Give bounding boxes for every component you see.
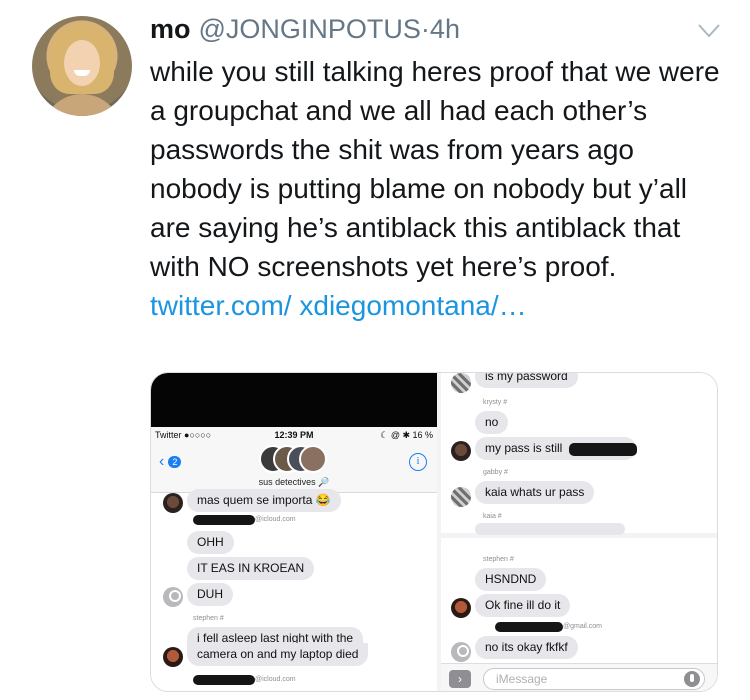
chat-navbar: ‹ 2 sus detectives 🔎 i <box>151 443 437 493</box>
info-icon: i <box>409 453 427 471</box>
right-top-panel: is my password krysty # no my pass is st… <box>441 373 717 535</box>
message-bubble: HSNDND <box>475 568 547 591</box>
user-handle[interactable]: @JONGINPOTUS <box>199 14 421 45</box>
sender-label: stephen # <box>193 615 224 622</box>
chevron-right-icon: › <box>449 670 471 688</box>
message-input-bar: › iMessage <box>441 663 717 691</box>
tweet-media-image[interactable]: Twitter ●○○○○ 12:39 PM ☾ @ ✱ 16 % ‹ 2 su… <box>150 372 718 692</box>
status-battery: ☾ @ ✱ 16 % <box>380 429 434 440</box>
chevron-down-icon[interactable] <box>698 24 720 38</box>
tweet-link-part2[interactable]: xdiegomontana/… <box>299 290 526 321</box>
group-name: sus detectives 🔎 <box>258 477 330 487</box>
redaction-bar <box>193 515 255 525</box>
sender-avatar <box>451 598 471 618</box>
ios-status-bar: Twitter ●○○○○ 12:39 PM ☾ @ ✱ 16 % <box>151 427 437 443</box>
group-avatar <box>299 445 327 473</box>
sender-avatar <box>163 647 183 667</box>
sender-avatar <box>163 587 183 607</box>
left-screenshot: Twitter ●○○○○ 12:39 PM ☾ @ ✱ 16 % ‹ 2 su… <box>151 373 437 691</box>
profile-avatar[interactable] <box>32 16 132 116</box>
imessage-placeholder: iMessage <box>496 672 548 686</box>
redaction-bar <box>193 675 255 685</box>
black-bar <box>151 373 437 427</box>
sender-label: kaia # <box>483 513 502 520</box>
tweet-link-part1[interactable]: twitter.com/ <box>150 290 292 321</box>
message-bubble: no its okay fkfkf <box>475 636 578 659</box>
right-screenshot: is my password krysty # no my pass is st… <box>441 373 717 691</box>
message-bubble: is my password <box>475 373 578 388</box>
message-bubble: mas quem se importa 😂 <box>187 489 341 512</box>
group-avatars <box>259 445 329 475</box>
unread-count-badge: 2 <box>168 456 182 468</box>
redaction-bar <box>495 622 563 632</box>
tweet-timestamp[interactable]: 4h <box>430 14 460 45</box>
message-bubble: no <box>475 411 509 434</box>
chevron-left-icon: ‹ <box>159 453 165 470</box>
avatar-face <box>64 40 100 86</box>
sender-avatar <box>451 373 471 393</box>
message-bubble: IT EAS IN KROEAN <box>187 557 315 580</box>
redaction-bar <box>569 443 637 456</box>
status-time: 12:39 PM <box>274 430 314 440</box>
sender-avatar <box>163 493 183 513</box>
sender-avatar <box>451 441 471 461</box>
sender-avatar <box>451 642 471 662</box>
sender-label: @icloud.com <box>255 676 296 683</box>
sender-label: stephen # <box>483 556 514 563</box>
message-bubble: camera on and my laptop died <box>187 643 369 666</box>
message-bubble: OHH <box>187 531 234 554</box>
tweet-body: while you still talking heres proof that… <box>150 52 730 325</box>
left-chat-thread: mas quem se importa 😂 @icloud.com OHH IT… <box>151 489 437 691</box>
avatar-shoulder <box>42 94 122 116</box>
microphone-icon <box>684 671 700 687</box>
message-bubble: Ok fine ill do it <box>475 594 571 617</box>
sender-avatar <box>451 487 471 507</box>
message-bubble: kaia whats ur pass <box>475 481 595 504</box>
message-bubble: DUH <box>187 583 233 606</box>
sender-label: @gmail.com <box>563 623 603 630</box>
back-button: ‹ 2 <box>159 453 182 471</box>
tweet-header: mo @JONGINPOTUS · 4h <box>150 14 460 50</box>
sender-label: gabby # <box>483 469 508 476</box>
message-bubble <box>475 523 625 535</box>
imessage-field: iMessage <box>483 668 705 690</box>
sender-label: @icloud.com <box>255 516 296 523</box>
display-name[interactable]: mo <box>150 14 191 45</box>
tweet-text: while you still talking heres proof that… <box>150 56 720 282</box>
sender-label: krysty # <box>483 399 508 406</box>
separator-dot: · <box>420 14 430 44</box>
status-carrier: Twitter ●○○○○ <box>155 430 212 440</box>
